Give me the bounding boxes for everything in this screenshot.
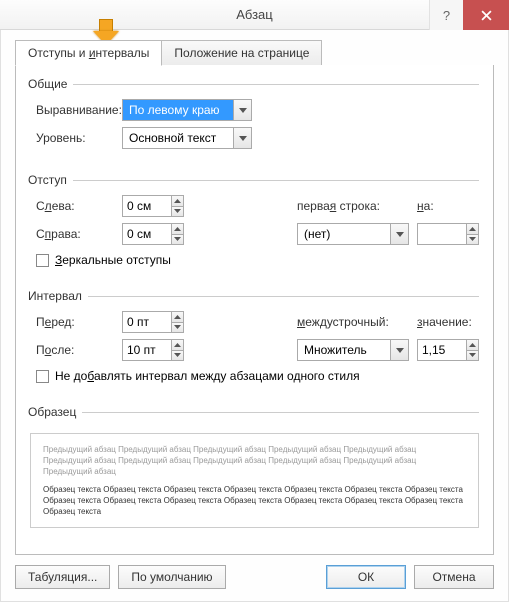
chevron-down-icon: [174, 209, 181, 213]
nospace-label: Не добавлять интервал между абзацами одн…: [55, 369, 360, 383]
chevron-down-icon: [396, 232, 404, 237]
spacing-at-label: значение:: [417, 315, 479, 329]
level-value: Основной текст: [123, 128, 233, 148]
indent-by-label: на:: [417, 199, 479, 213]
indent-right-label: Справа:: [30, 227, 122, 241]
spacing-line-dropdown-button[interactable]: [390, 340, 408, 360]
group-indent: Отступ Слева: первая строка: на: Справа:: [30, 173, 479, 273]
group-general: Общие Выравнивание: По левому краю Урове…: [30, 77, 479, 157]
preview-gray-text: Предыдущий абзац Предыдущий абзац Предыд…: [43, 444, 466, 478]
spin-up[interactable]: [172, 312, 183, 323]
level-label: Уровень:: [30, 131, 122, 145]
spacing-at-input[interactable]: [418, 340, 466, 360]
chevron-up-icon: [469, 227, 476, 231]
chevron-up-icon: [174, 199, 181, 203]
titlebar-controls: ?: [429, 0, 509, 30]
spin-down[interactable]: [172, 235, 183, 245]
titlebar: Абзац ?: [0, 0, 509, 30]
spacing-at-spinner[interactable]: [417, 339, 479, 361]
level-combo[interactable]: Основной текст: [122, 127, 252, 149]
dialog-content: Отступы и интервалы Положение на страниц…: [0, 30, 509, 602]
spin-down[interactable]: [467, 351, 478, 361]
mirror-label: Зеркальные отступы: [55, 253, 171, 267]
group-spacing-legend: Интервал: [28, 289, 88, 303]
indent-first-value: (нет): [298, 224, 390, 244]
tab-position[interactable]: Положение на странице: [162, 40, 322, 66]
spacing-after-input[interactable]: [123, 340, 171, 360]
level-dropdown-button[interactable]: [233, 128, 251, 148]
tabs-button[interactable]: Табуляция...: [15, 565, 110, 589]
spacing-line-value: Множитель: [298, 340, 390, 360]
spin-up[interactable]: [172, 340, 183, 351]
spacing-before-spinner[interactable]: [122, 311, 184, 333]
chevron-down-icon: [239, 136, 247, 141]
indent-left-spinner[interactable]: [122, 195, 184, 217]
close-button[interactable]: [463, 0, 509, 30]
spin-up[interactable]: [467, 224, 478, 235]
spin-up[interactable]: [172, 224, 183, 235]
spin-down[interactable]: [467, 235, 478, 245]
preview-box: Предыдущий абзац Предыдущий абзац Предыд…: [30, 433, 479, 528]
align-dropdown-button[interactable]: [233, 100, 251, 120]
chevron-up-icon: [174, 343, 181, 347]
indent-by-spinner[interactable]: [417, 223, 479, 245]
spacing-line-combo[interactable]: Множитель: [297, 339, 409, 361]
indent-left-input[interactable]: [123, 196, 171, 216]
spin-buttons[interactable]: [466, 224, 478, 244]
mirror-checkbox[interactable]: [36, 254, 49, 267]
close-icon: [481, 10, 492, 21]
group-preview-legend: Образец: [28, 405, 82, 419]
chevron-down-icon: [174, 237, 181, 241]
tab-indents[interactable]: Отступы и интервалы: [15, 40, 162, 66]
spin-down[interactable]: [172, 323, 183, 333]
spin-buttons[interactable]: [171, 340, 183, 360]
group-spacing: Интервал Перед: междустрочный: значение:…: [30, 289, 479, 389]
spacing-line-label: междустрочный:: [297, 315, 417, 329]
spin-buttons[interactable]: [466, 340, 478, 360]
indent-first-label: первая строка:: [297, 199, 417, 213]
button-row: Табуляция... По умолчанию ОК Отмена: [15, 565, 494, 589]
help-button[interactable]: ?: [429, 0, 463, 30]
indent-right-input[interactable]: [123, 224, 171, 244]
chevron-down-icon: [174, 325, 181, 329]
chevron-down-icon: [469, 237, 476, 241]
spin-up[interactable]: [172, 196, 183, 207]
spin-up[interactable]: [467, 340, 478, 351]
indent-right-spinner[interactable]: [122, 223, 184, 245]
group-general-legend: Общие: [28, 77, 73, 91]
spin-buttons[interactable]: [171, 224, 183, 244]
group-preview: Образец Предыдущий абзац Предыдущий абза…: [30, 405, 479, 540]
spin-buttons[interactable]: [171, 312, 183, 332]
chevron-up-icon: [174, 227, 181, 231]
default-button[interactable]: По умолчанию: [118, 565, 225, 589]
chevron-up-icon: [469, 343, 476, 347]
spin-down[interactable]: [172, 207, 183, 217]
align-combo[interactable]: По левому краю: [122, 99, 252, 121]
spacing-before-label: Перед:: [30, 315, 122, 329]
spacing-before-input[interactable]: [123, 312, 171, 332]
cancel-button[interactable]: Отмена: [414, 565, 494, 589]
chevron-down-icon: [469, 353, 476, 357]
align-label: Выравнивание:: [30, 103, 122, 117]
align-value: По левому краю: [123, 100, 233, 120]
chevron-down-icon: [174, 353, 181, 357]
tabbar: Отступы и интервалы Положение на страниц…: [15, 40, 494, 66]
spin-down[interactable]: [172, 351, 183, 361]
spin-buttons[interactable]: [171, 196, 183, 216]
preview-dark-text: Образец текста Образец текста Образец те…: [43, 484, 466, 518]
indent-left-label: Слева:: [30, 199, 122, 213]
group-indent-legend: Отступ: [28, 173, 73, 187]
chevron-up-icon: [174, 315, 181, 319]
chevron-down-icon: [396, 348, 404, 353]
ok-button[interactable]: ОК: [326, 565, 406, 589]
window-title: Абзац: [236, 7, 272, 22]
spacing-after-spinner[interactable]: [122, 339, 184, 361]
indent-by-input[interactable]: [418, 224, 466, 244]
nospace-checkbox[interactable]: [36, 370, 49, 383]
indent-first-combo[interactable]: (нет): [297, 223, 409, 245]
spacing-after-label: После:: [30, 343, 122, 357]
chevron-down-icon: [239, 108, 247, 113]
indent-first-dropdown-button[interactable]: [390, 224, 408, 244]
tab-panel: Общие Выравнивание: По левому краю Урове…: [15, 65, 494, 555]
